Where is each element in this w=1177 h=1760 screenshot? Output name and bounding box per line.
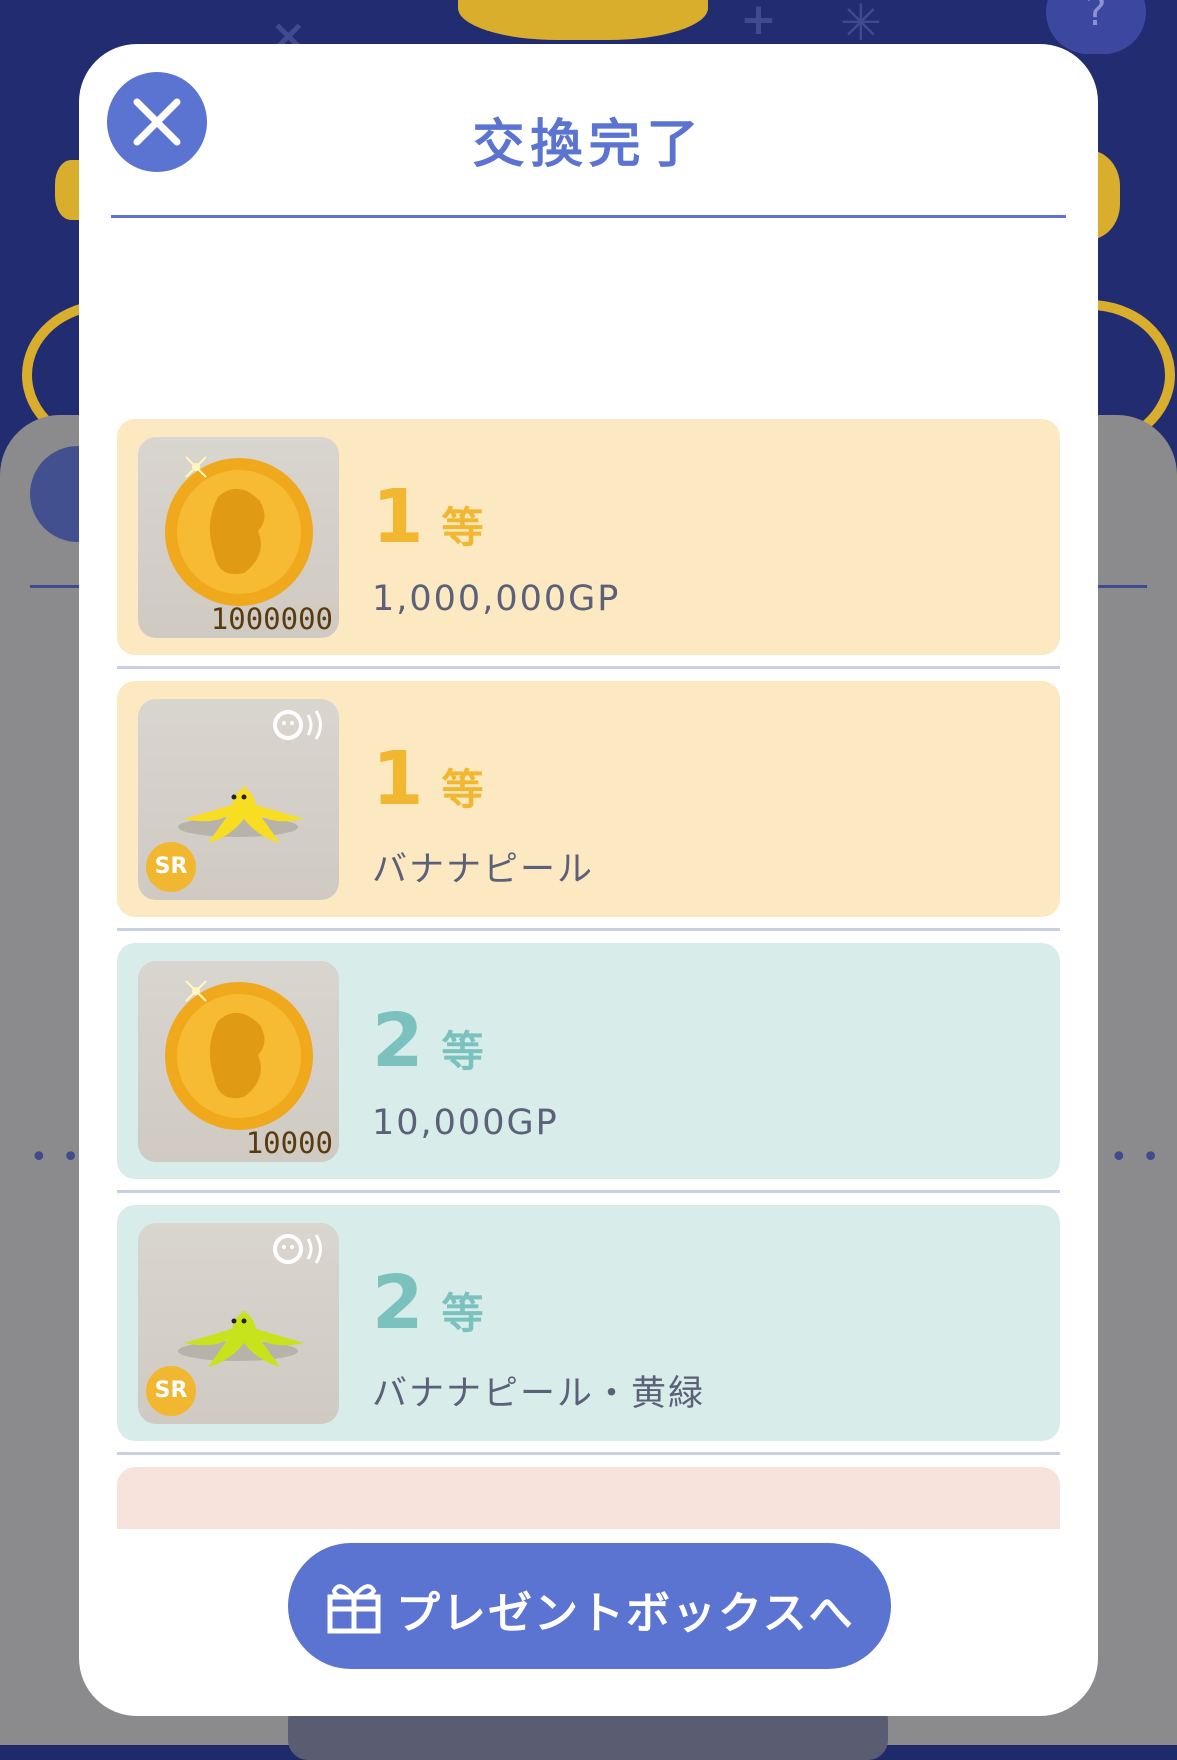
background-dots: •• [1110, 1140, 1174, 1175]
rank-suffix: 等 [441, 765, 484, 814]
rarity-badge: SR [146, 842, 196, 892]
rank-suffix: 等 [441, 503, 484, 552]
reward-thumbnail: SR [138, 699, 339, 900]
reward-list[interactable]: 1000000 1等 1,000,000GP SR 1 等 バナナピール 100… [117, 419, 1060, 1529]
present-box-button-label: プレゼントボックスへ [396, 1588, 855, 1639]
row-divider [117, 1190, 1060, 1193]
item-quantity: 10000 [245, 1126, 333, 1160]
rank-suffix: 等 [441, 1289, 484, 1338]
rank-number: 2 [372, 998, 424, 1084]
present-box-button[interactable]: プレゼントボックスへ [288, 1543, 891, 1669]
row-divider [117, 666, 1060, 669]
item-name: バナナピール・黄緑 [372, 1374, 706, 1414]
item-quantity: 1000000 [210, 602, 333, 636]
help-icon[interactable]: ? [1046, 0, 1146, 54]
background-decoration: + [740, 0, 777, 45]
background-decoration [458, 0, 708, 40]
reward-row: 1000000 1等 1,000,000GP [117, 419, 1060, 655]
rank-label: 1等 [372, 474, 484, 560]
item-name: バナナピール [372, 850, 595, 890]
divider [1095, 585, 1147, 588]
reward-row [117, 1467, 1060, 1529]
modal-title: 交換完了 [472, 115, 705, 175]
item-name: 1,000,000GP [372, 579, 621, 619]
reward-thumbnail: SR [138, 1223, 339, 1424]
exchange-complete-modal: 交換完了 1000000 1等 1,000,000GP SR 1 等 バナナピー… [79, 44, 1098, 1716]
reward-thumbnail: 1000000 [138, 437, 339, 638]
reward-row: 10000 2等 10,000GP [117, 943, 1060, 1179]
rarity-badge: SR [146, 1366, 196, 1416]
reward-row: SR 2等 バナナピール・黄緑 [117, 1205, 1060, 1441]
reward-row: SR 1等 バナナピール [117, 681, 1060, 917]
rank-label: 2等 [372, 1260, 484, 1346]
rank-number: 2 [372, 1260, 424, 1346]
reward-thumbnail: 10000 [138, 961, 339, 1162]
row-divider [117, 1452, 1060, 1455]
rank-suffix: 等 [441, 1027, 484, 1076]
rank-number: 1 [372, 736, 424, 822]
rank-label: 2等 [372, 998, 484, 1084]
rank-number: 1 [372, 474, 424, 560]
item-name: 10,000GP [372, 1103, 559, 1143]
rank-label: 1等 [372, 736, 484, 822]
row-divider [117, 928, 1060, 931]
title-divider [111, 215, 1066, 218]
gift-icon [327, 1584, 381, 1634]
